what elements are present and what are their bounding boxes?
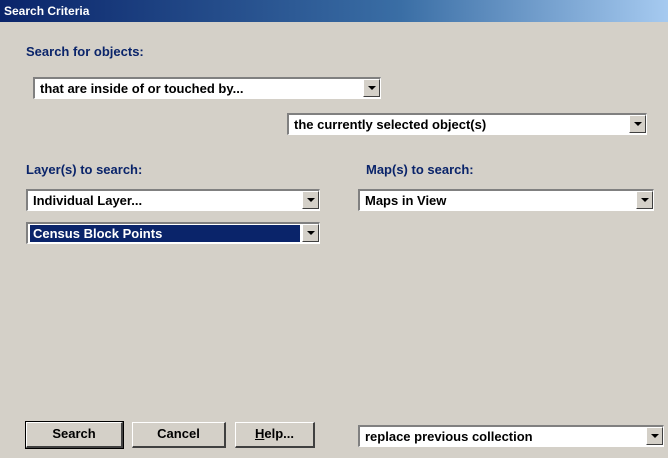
search-for-label: Search for objects: xyxy=(26,44,144,59)
search-target-value: the currently selected object(s) xyxy=(294,117,487,132)
spatial-relation-dropdown[interactable]: that are inside of or touched by... xyxy=(33,77,381,99)
search-criteria-dialog: Search Criteria Search for objects: that… xyxy=(0,0,668,458)
search-button[interactable]: Search xyxy=(25,421,124,449)
help-hotkey: H xyxy=(254,426,265,441)
chevron-down-icon[interactable] xyxy=(363,79,380,97)
chevron-down-icon[interactable] xyxy=(629,115,646,133)
collection-mode-dropdown[interactable]: replace previous collection xyxy=(358,425,664,447)
search-target-dropdown[interactable]: the currently selected object(s) xyxy=(287,113,647,135)
layers-label: Layer(s) to search: xyxy=(26,162,143,177)
maps-dropdown[interactable]: Maps in View xyxy=(358,189,654,211)
window-title: Search Criteria xyxy=(4,4,90,18)
collection-mode-value: replace previous collection xyxy=(365,429,533,444)
maps-label: Map(s) to search: xyxy=(366,162,474,177)
chevron-down-icon[interactable] xyxy=(636,191,653,209)
layer-value: Census Block Points xyxy=(30,225,300,242)
help-button[interactable]: Help... xyxy=(235,422,315,448)
layer-mode-value: Individual Layer... xyxy=(33,193,143,208)
spatial-relation-value: that are inside of or touched by... xyxy=(40,81,244,96)
chevron-down-icon[interactable] xyxy=(302,191,319,209)
chevron-down-icon[interactable] xyxy=(302,224,319,242)
layer-dropdown[interactable]: Census Block Points xyxy=(26,222,320,244)
help-label: elp... xyxy=(264,426,294,441)
cancel-button[interactable]: Cancel xyxy=(132,422,226,448)
layer-mode-dropdown[interactable]: Individual Layer... xyxy=(26,189,320,211)
chevron-down-icon[interactable] xyxy=(646,427,663,445)
maps-value: Maps in View xyxy=(365,193,447,208)
title-bar: Search Criteria xyxy=(0,0,668,22)
